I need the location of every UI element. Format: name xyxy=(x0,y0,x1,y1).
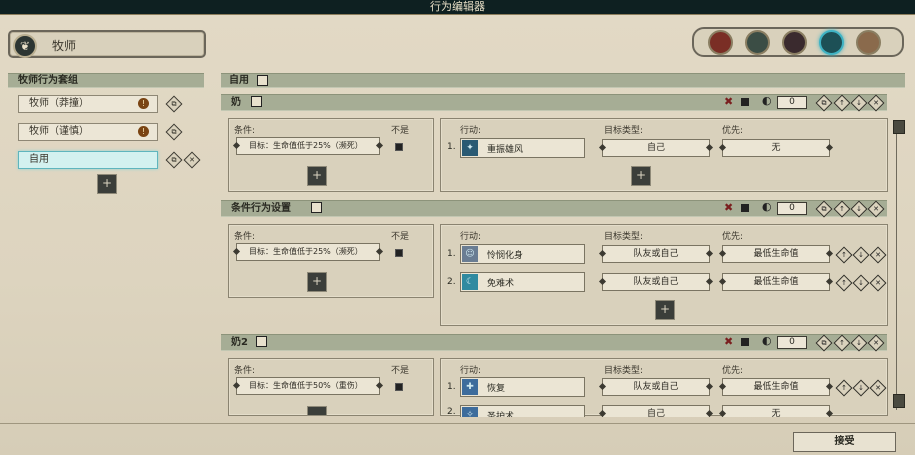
cooldown-count[interactable]: 0 xyxy=(777,202,807,215)
priority-select[interactable]: 无 xyxy=(722,405,830,417)
skill-icon: ✧ xyxy=(462,407,478,417)
skill-select[interactable]: ☾ 免难术 xyxy=(460,272,585,292)
priority-select[interactable]: 最低生命值 xyxy=(722,245,830,263)
portrait-2[interactable] xyxy=(745,30,770,55)
target-type-label: 目标类型: xyxy=(604,232,644,242)
edit-icon[interactable] xyxy=(311,202,322,213)
skill-select[interactable]: ✚ 恢复 xyxy=(460,377,585,397)
cooldown-count[interactable]: 0 xyxy=(777,336,807,349)
main-header-title: 自用 xyxy=(229,75,249,86)
skill-icon: ☾ xyxy=(462,274,478,290)
portrait-4[interactable] xyxy=(819,30,844,55)
target-type-label: 目标类型: xyxy=(604,126,644,136)
add-condition-button[interactable]: + xyxy=(307,166,327,186)
accept-button[interactable]: 接受 xyxy=(793,432,896,452)
action-label: 行动: xyxy=(460,232,482,242)
skill-select[interactable]: ✧ 圣护术 xyxy=(460,405,585,417)
add-action-button[interactable]: + xyxy=(631,166,651,186)
action-label: 行动: xyxy=(460,126,482,136)
skill-select[interactable]: ✦ 重振雄风 xyxy=(460,138,585,158)
target-type-select[interactable]: 队友或自己 xyxy=(602,378,710,396)
section-title: 奶2 xyxy=(231,337,248,348)
action-label: 行动: xyxy=(460,366,482,376)
skill-select[interactable]: ☺ 怜悯化身 xyxy=(460,244,585,264)
main-header: 自用 xyxy=(221,73,905,88)
portrait-5[interactable] xyxy=(856,30,881,55)
action-index: 2. xyxy=(447,407,456,417)
not-checkbox[interactable] xyxy=(395,143,403,151)
window-title: 行为编辑器 xyxy=(0,0,915,15)
scroll-up-icon[interactable] xyxy=(893,120,905,134)
priority-label: 优先: xyxy=(722,126,744,136)
divider xyxy=(0,423,915,424)
skill-icon: ✚ xyxy=(462,379,478,395)
edit-icon[interactable] xyxy=(257,75,268,86)
skill-name: 恢复 xyxy=(487,384,506,394)
target-type-select[interactable]: 队友或自己 xyxy=(602,245,710,263)
warning-icon: ! xyxy=(138,126,149,137)
toggle-checkbox[interactable] xyxy=(741,204,749,212)
skill-name: 重振雄风 xyxy=(487,145,524,155)
priority-label: 优先: xyxy=(722,232,744,242)
scrollbar[interactable] xyxy=(893,120,905,410)
class-name: 牧师 xyxy=(52,39,77,53)
action-index: 1. xyxy=(447,382,456,392)
sidebar-header: 牧师行为套组 xyxy=(8,73,204,88)
target-type-select[interactable]: 自己 xyxy=(602,139,710,157)
priority-label: 优先: xyxy=(722,366,744,376)
skill-icon: ✦ xyxy=(462,140,478,156)
condition-select[interactable]: 目标：生命值低于50%（重伤） xyxy=(236,377,380,395)
condition-select[interactable]: 目标：生命值低于25%（濒死） xyxy=(236,243,380,261)
partial-action-row: 2. ✧ 圣护术 自己 无 xyxy=(440,405,888,417)
not-label: 不是 xyxy=(391,366,410,376)
section-title: 奶 xyxy=(231,97,241,108)
add-action-button[interactable]: + xyxy=(655,300,675,320)
warning-icon: ! xyxy=(138,98,149,109)
target-type-label: 目标类型: xyxy=(604,366,644,376)
combat-icon[interactable]: ✖ xyxy=(724,96,733,108)
not-checkbox[interactable] xyxy=(395,249,403,257)
toggle-checkbox[interactable] xyxy=(741,98,749,106)
target-type-select[interactable]: 队友或自己 xyxy=(602,273,710,291)
not-label: 不是 xyxy=(391,126,410,136)
leaf-icon: ❦ xyxy=(13,34,37,58)
priority-select[interactable]: 最低生命值 xyxy=(722,273,830,291)
condition-label: 条件: xyxy=(234,126,256,136)
section-title: 条件行为设置 xyxy=(231,203,291,214)
class-selector[interactable] xyxy=(8,30,206,58)
skill-name: 怜悯化身 xyxy=(487,251,524,261)
edit-icon[interactable] xyxy=(251,96,262,107)
skill-icon: ☺ xyxy=(462,246,478,262)
toggle-checkbox[interactable] xyxy=(741,338,749,346)
priority-select[interactable]: 最低生命值 xyxy=(722,378,830,396)
combat-icon[interactable]: ✖ xyxy=(724,202,733,214)
add-condition-button[interactable]: + xyxy=(307,272,327,292)
add-set-button[interactable]: + xyxy=(97,174,117,194)
condition-select[interactable]: 目标：生命值低于25%（濒死） xyxy=(236,137,380,155)
not-checkbox[interactable] xyxy=(395,383,403,391)
condition-label: 条件: xyxy=(234,366,256,376)
skill-name: 圣护术 xyxy=(487,412,515,417)
sidebar-item-reckless[interactable]: 牧师（莽撞） xyxy=(18,95,158,113)
action-index: 1. xyxy=(447,142,456,152)
scroll-down-icon[interactable] xyxy=(893,394,905,408)
action-index: 2. xyxy=(447,277,456,287)
priority-select[interactable]: 无 xyxy=(722,139,830,157)
sidebar-item-cautious[interactable]: 牧师（谨慎） xyxy=(18,123,158,141)
add-condition-button[interactable] xyxy=(307,406,327,416)
combat-icon[interactable]: ✖ xyxy=(724,336,733,348)
edit-icon[interactable] xyxy=(256,336,267,347)
cooldown-count[interactable]: 0 xyxy=(777,96,807,109)
portrait-1[interactable] xyxy=(708,30,733,55)
condition-label: 条件: xyxy=(234,232,256,242)
portrait-3[interactable] xyxy=(782,30,807,55)
cooldown-icon: ◐ xyxy=(762,334,772,347)
skill-name: 免难术 xyxy=(487,279,515,289)
target-type-select[interactable]: 自己 xyxy=(602,405,710,417)
sidebar-item-self[interactable]: 自用 xyxy=(18,151,158,169)
cooldown-icon: ◐ xyxy=(762,200,772,213)
action-index: 1. xyxy=(447,249,456,259)
cooldown-icon: ◐ xyxy=(762,94,772,107)
not-label: 不是 xyxy=(391,232,410,242)
